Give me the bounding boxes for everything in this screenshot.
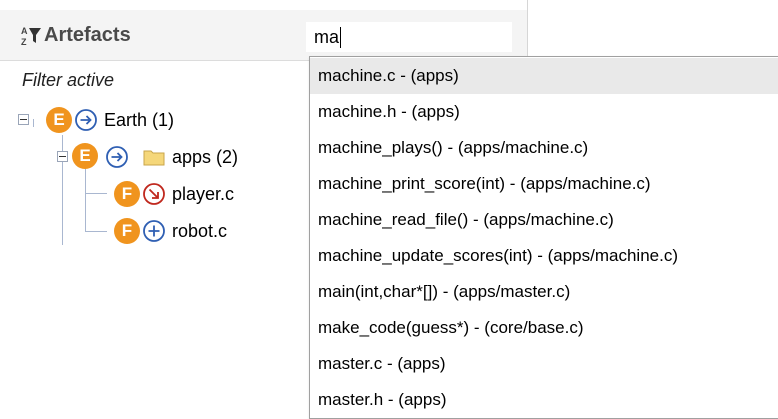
element-badge-icon: E: [72, 143, 98, 169]
text-caret: [340, 27, 341, 48]
suggestion-item[interactable]: master.h - (apps): [310, 382, 778, 418]
file-badge-icon: F: [114, 181, 140, 207]
arrow-right-circle-icon: [106, 146, 128, 168]
filter-status: Filter active: [22, 70, 115, 90]
tree-connector: [85, 168, 86, 232]
element-badge-icon: E: [46, 107, 72, 133]
tree-node-player[interactable]: player.c: [172, 184, 234, 205]
suggestion-item[interactable]: make_code(guess*) - (core/base.c): [310, 310, 778, 346]
tree-connector: [33, 119, 34, 127]
search-input[interactable]: [306, 22, 512, 52]
collapse-toggle-earth[interactable]: [18, 114, 29, 125]
suggestion-item[interactable]: machine.c - (apps): [310, 58, 778, 94]
tree-connector: [85, 231, 107, 232]
sort-filter-icon[interactable]: A Z: [20, 24, 42, 48]
tree-node-robot[interactable]: robot.c: [172, 221, 227, 242]
suggestion-item[interactable]: machine_plays() - (apps/machine.c): [310, 130, 778, 166]
svg-text:A: A: [21, 26, 28, 36]
panel-title: Artefacts: [44, 24, 131, 46]
suggestion-item[interactable]: machine.h - (apps): [310, 94, 778, 130]
file-badge-icon: F: [114, 218, 140, 244]
arrow-right-circle-icon: [75, 109, 97, 131]
arrow-down-right-circle-icon: [143, 183, 165, 205]
collapse-toggle-apps[interactable]: [57, 151, 68, 162]
plus-circle-icon: [143, 220, 165, 242]
folder-icon: [143, 150, 165, 166]
suggestion-item[interactable]: machine_print_score(int) - (apps/machine…: [310, 166, 778, 202]
tree-node-apps[interactable]: apps (2): [172, 147, 238, 168]
autocomplete-dropdown: machine.c - (apps) machine.h - (apps) ma…: [309, 56, 778, 419]
suggestion-item[interactable]: machine_read_file() - (apps/machine.c): [310, 202, 778, 238]
tree-node-earth[interactable]: Earth (1): [104, 110, 174, 131]
suggestion-item[interactable]: main(int,char*[]) - (apps/master.c): [310, 274, 778, 310]
svg-text:Z: Z: [21, 37, 27, 47]
suggestion-item[interactable]: machine_update_scores(int) - (apps/machi…: [310, 238, 778, 274]
suggestion-item[interactable]: master.c - (apps): [310, 346, 778, 382]
tree-connector: [85, 193, 107, 194]
